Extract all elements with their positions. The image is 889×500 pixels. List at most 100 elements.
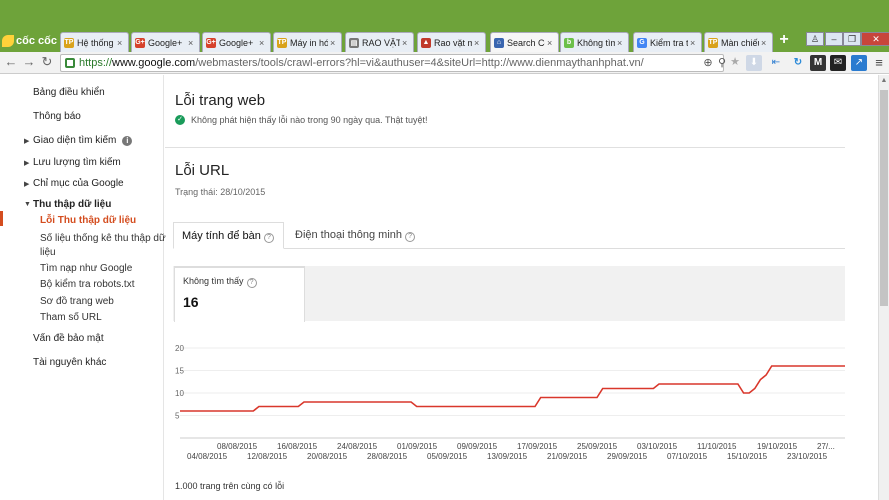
info-icon[interactable]: i <box>122 136 133 146</box>
sidebar-item-sitemaps[interactable]: Sơ đồ trang web <box>40 296 114 307</box>
logo-text: cốc cốc <box>16 35 57 47</box>
tab-desktop[interactable]: Máy tính để bàn? <box>173 222 284 249</box>
download-icon[interactable]: ⬇ <box>746 55 762 71</box>
lock-icon <box>65 58 75 68</box>
sidebar-item-search-appearance[interactable]: ▶ Giao diện tìm kiếm i <box>24 135 133 146</box>
search-icon[interactable]: ⚲ <box>715 56 729 70</box>
sidebar-item-fetch-as-google[interactable]: Tìm nạp như Google <box>40 263 132 274</box>
browser-tab[interactable]: ▤RAO VẶT S× <box>345 32 414 52</box>
m-extension-icon[interactable]: M <box>810 55 826 71</box>
tab-title: Rao vặt miễn phí <box>434 37 472 48</box>
tab-title: Google+ <box>219 37 254 48</box>
x-tick-label: 03/10/2015 <box>637 442 678 451</box>
tab-close-icon[interactable]: × <box>761 38 769 48</box>
help-icon[interactable]: ? <box>405 232 416 242</box>
tab-favicon-icon: b <box>564 37 574 48</box>
tab-title: Google+ <box>148 37 183 48</box>
tab-close-icon[interactable]: × <box>188 38 196 48</box>
chart-extension-icon[interactable]: ↗ <box>851 55 867 71</box>
expand-caret-icon: ▶ <box>24 160 30 167</box>
browser-tab[interactable]: G+ Google+ × <box>131 32 200 52</box>
tab-favicon-icon: G <box>637 37 647 48</box>
tab-close-icon[interactable]: × <box>617 38 625 48</box>
browser-tab[interactable]: GKiểm tra tốc độ× <box>633 32 702 52</box>
crawl-errors-line-chart: 20 15 10 5 08/08/2015 16/08/2015 24/08/2015 01/… <box>175 344 845 461</box>
minimize-button[interactable]: – <box>825 32 843 46</box>
tab-close-icon[interactable]: × <box>690 38 698 48</box>
help-icon[interactable]: ? <box>263 233 274 243</box>
sidebar-item-crawl-errors[interactable]: Lỗi Thu thập dữ liệu <box>40 215 136 226</box>
tab-close-icon[interactable]: × <box>259 38 267 48</box>
x-tick-label: 13/09/2015 <box>487 452 528 461</box>
tab-favicon-icon: TP <box>64 37 74 48</box>
browser-tab[interactable]: ▲Rao vặt miễn phí× <box>417 32 486 52</box>
coccoc-leaf-icon <box>2 35 14 47</box>
close-window-button[interactable]: ✕ <box>861 32 889 46</box>
metric-not-found[interactable]: Không tìm thấy? 16 <box>174 266 305 322</box>
help-icon[interactable]: ? <box>246 278 257 288</box>
series-line <box>180 365 845 412</box>
sidebar-item-google-index[interactable]: ▶ Chỉ mục của Google <box>24 178 124 189</box>
sync-icon[interactable]: ↻ <box>790 55 806 71</box>
sidebar-item-search-traffic[interactable]: ▶ Lưu lượng tìm kiếm <box>24 157 121 168</box>
x-tick-label: 21/09/2015 <box>547 452 588 461</box>
sidebar-item-crawl[interactable]: ▼ Thu thập dữ liệu <box>24 199 111 210</box>
x-tick-label: 29/09/2015 <box>607 452 648 461</box>
x-tick-label: 15/10/2015 <box>727 452 768 461</box>
tab-close-icon[interactable]: × <box>330 38 338 48</box>
maximize-button[interactable]: ❐ <box>843 32 861 46</box>
status-date: Trạng thái: 28/10/2015 <box>175 187 266 197</box>
scrollbar-thumb[interactable] <box>880 90 888 306</box>
reload-icon[interactable]: ↻ <box>40 55 54 69</box>
pin-icon[interactable]: ⇤ <box>768 55 784 71</box>
tab-title: Không tìm thấy <box>577 37 615 48</box>
coccoc-logo[interactable]: cốc cốc <box>2 32 58 50</box>
x-tick-label: 04/08/2015 <box>187 452 228 461</box>
url-text[interactable]: https://www.google.com/webmasters/tools/… <box>79 57 644 69</box>
metric-bar: Không tìm thấy? 16 <box>173 266 845 322</box>
sidebar-item-crawl-stats-cont[interactable]: liệu <box>40 247 56 258</box>
browser-tab[interactable]: TPMáy in hóa đơn× <box>273 32 342 52</box>
tab-favicon-icon: ▲ <box>421 37 431 48</box>
scroll-up-arrow-icon[interactable]: ▲ <box>879 76 889 86</box>
address-bar[interactable]: https://www.google.com/webmasters/tools/… <box>60 54 726 72</box>
y-tick-label: 15 <box>175 367 184 376</box>
metric-value: 16 <box>183 294 199 310</box>
y-tick-label: 20 <box>175 344 184 353</box>
tab-title: RAO VẶT S <box>362 37 400 48</box>
sidebar-item-messages[interactable]: Thông báo <box>33 111 81 122</box>
sidebar-item-other-resources[interactable]: Tài nguyên khác <box>33 357 106 368</box>
bookmark-star-icon[interactable]: ★ <box>728 55 742 69</box>
browser-tab[interactable]: G+ Google+ × <box>202 32 271 52</box>
sidebar-item-dashboard[interactable]: Bảng điều khiển <box>33 87 105 98</box>
x-tick-label: 11/10/2015 <box>697 442 737 451</box>
tab-close-icon[interactable]: × <box>402 38 410 48</box>
browser-tab[interactable]: TPHệ thống điện× <box>60 32 129 52</box>
user-icon[interactable]: ♙ <box>806 32 824 46</box>
tab-close-icon[interactable]: × <box>547 38 555 48</box>
tab-title: Máy in hóa đơn <box>290 37 328 48</box>
menu-icon[interactable]: ≡ <box>871 55 887 71</box>
sidebar-item-security-issues[interactable]: Vấn đề bảo mật <box>33 333 104 344</box>
new-tab-button[interactable]: + <box>776 31 792 49</box>
zoom-icon[interactable]: ⊕ <box>701 56 715 70</box>
browser-tab[interactable]: ⌂Search Console× <box>490 32 559 52</box>
x-tick-label: 08/08/2015 <box>217 442 258 451</box>
tab-smartphone[interactable]: Điện thoại thông minh? <box>287 222 427 249</box>
mail-extension-icon[interactable]: ✉ <box>830 55 846 71</box>
x-tick-label: 05/09/2015 <box>427 452 468 461</box>
expand-caret-icon: ▶ <box>24 181 30 188</box>
x-tick-label: 28/08/2015 <box>367 452 408 461</box>
tab-favicon-icon: TP <box>277 37 287 48</box>
sidebar-item-crawl-stats[interactable]: Số liệu thống kê thu thập dữ <box>40 233 166 244</box>
forward-arrow-icon[interactable]: → <box>22 55 36 69</box>
browser-tab[interactable]: TP Màn chiếu × <box>704 32 773 52</box>
selected-indicator <box>0 211 3 226</box>
sidebar-item-url-parameters[interactable]: Tham số URL <box>40 312 102 323</box>
browser-tab[interactable]: bKhông tìm thấy× <box>560 32 629 52</box>
tab-close-icon[interactable]: × <box>474 38 482 48</box>
x-tick-label: 16/08/2015 <box>277 442 318 451</box>
back-arrow-icon[interactable]: ← <box>4 55 18 69</box>
sidebar-item-robots-tester[interactable]: Bộ kiểm tra robots.txt <box>40 279 134 290</box>
tab-close-icon[interactable]: × <box>117 38 125 48</box>
